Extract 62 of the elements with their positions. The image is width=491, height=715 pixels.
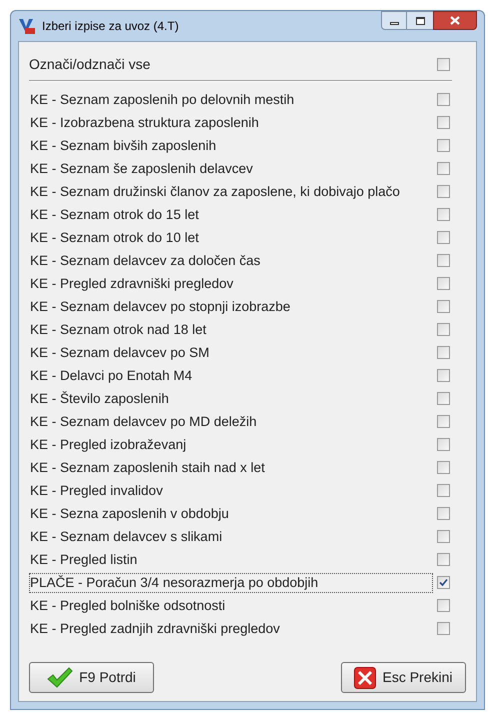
checkbox[interactable] [437, 323, 450, 336]
checkbox[interactable] [437, 254, 450, 267]
checkbox[interactable] [437, 438, 450, 451]
report-label[interactable]: KE - Seznam zaposlenih po delovnih mestih [29, 90, 433, 110]
maximize-button[interactable] [407, 11, 433, 30]
report-label[interactable]: KE - Seznam delavcev s slikami [29, 526, 433, 546]
close-icon [354, 666, 376, 688]
report-label[interactable]: KE - Seznam zaposlenih staih nad x let [29, 458, 433, 478]
select-all-label: Označi/odznači vse [29, 54, 150, 74]
window-title: Izberi izpise za uvoz (4.T) [42, 18, 179, 35]
report-label[interactable]: KE - Pregled invalidov [29, 480, 433, 500]
confirm-button[interactable]: F9 Potrdi [29, 662, 154, 693]
maximize-icon [416, 16, 424, 24]
report-label[interactable]: KE - Seznam družinski članov za zaposlene, ki dobivajo plačo [29, 182, 433, 202]
checkbox[interactable] [437, 231, 450, 244]
checkbox[interactable] [437, 300, 450, 313]
report-label[interactable]: KE - Pregled izobraževanj [29, 434, 433, 454]
cancel-button[interactable]: Esc Prekini [341, 662, 466, 693]
checkbox[interactable] [437, 507, 450, 520]
report-label[interactable]: KE - Seznam delavcev po SM [29, 342, 433, 362]
report-label[interactable]: KE - Izobrazbena struktura zaposlenih [29, 112, 433, 132]
checkmark-icon [47, 666, 74, 688]
checkbox[interactable] [437, 484, 450, 497]
checkbox[interactable] [437, 58, 450, 70]
report-label[interactable]: KE - Pregled zadnjih zdravniški pregledov [29, 618, 433, 638]
report-label[interactable]: KE - Seznam delavcev za določen čas [29, 250, 433, 270]
report-label[interactable]: KE - Delavci po Enotah M4 [29, 366, 433, 386]
report-label[interactable]: KE - Sezna zaposlenih v obdobju [29, 504, 433, 524]
checkbox[interactable] [437, 139, 450, 152]
checkbox[interactable] [437, 277, 450, 290]
report-label[interactable]: KE - Pregled bolniške odsotnosti [29, 596, 433, 616]
checkbox[interactable] [437, 93, 450, 106]
minimize-button[interactable] [381, 11, 407, 30]
report-label[interactable]: KE - Seznam bivših zaposlenih [29, 136, 433, 156]
report-label[interactable]: KE - Seznam otrok do 15 let [29, 204, 433, 224]
checkbox[interactable] [437, 576, 450, 589]
checkbox[interactable] [437, 622, 450, 635]
report-label[interactable]: PLAČE - Poračun 3/4 nesorazmerja po obdobjih [29, 572, 433, 592]
report-label[interactable]: KE - Število zaposlenih [29, 388, 433, 408]
checkbox[interactable] [437, 208, 450, 221]
report-label[interactable]: KE - Pregled listin [29, 550, 433, 570]
close-icon [450, 16, 460, 25]
checkbox[interactable] [437, 185, 450, 198]
report-label[interactable]: KE - Seznam otrok nad 18 let [29, 320, 433, 340]
report-label[interactable]: KE - Seznam delavcev po MD deležih [29, 412, 433, 432]
report-label[interactable]: KE - Seznam delavcev po stopnji izobrazbe [29, 296, 433, 316]
checkbox[interactable] [437, 415, 450, 428]
checkbox[interactable] [437, 369, 450, 382]
checkbox[interactable] [437, 392, 450, 405]
checkbox[interactable] [437, 553, 450, 566]
checkbox[interactable] [437, 116, 450, 129]
checkbox[interactable] [437, 599, 450, 612]
report-label[interactable]: KE - Pregled zdravniški pregledov [29, 274, 433, 294]
minimize-icon [390, 22, 398, 25]
report-label[interactable]: KE - Seznam otrok do 10 let [29, 228, 433, 248]
checkbox[interactable] [437, 461, 450, 474]
checkbox[interactable] [437, 346, 450, 359]
checkbox[interactable] [437, 530, 450, 543]
report-label[interactable]: KE - Seznam še zaposlenih delavcev [29, 158, 433, 178]
close-button[interactable] [433, 11, 477, 30]
app-logo-icon [18, 17, 36, 35]
checkbox[interactable] [437, 162, 450, 175]
